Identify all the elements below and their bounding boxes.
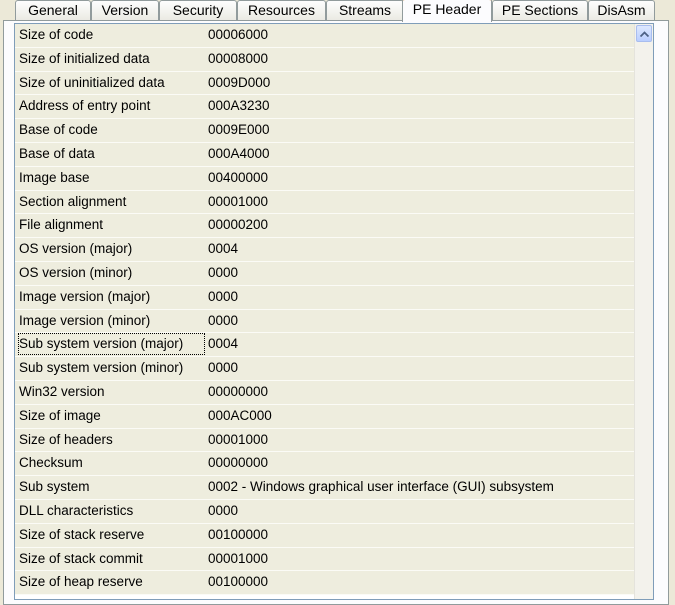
property-value: 0000 <box>208 264 239 280</box>
table-row[interactable]: Size of initialized data 00008000 <box>15 47 635 72</box>
table-row[interactable]: OS version (minor) 0000 <box>15 261 635 286</box>
property-name: Size of code <box>19 27 94 42</box>
property-name: Sub system version (minor) <box>19 360 184 376</box>
property-name: DLL characteristics <box>19 502 134 518</box>
tab-pe-header[interactable]: PE Header <box>402 0 492 22</box>
property-value: 0009D000 <box>208 74 271 90</box>
property-name: Size of headers <box>19 431 113 447</box>
property-value: 0000 <box>208 312 239 328</box>
property-name: Win32 version <box>19 383 105 399</box>
table-row[interactable]: Win32 version 00000000 <box>15 380 635 405</box>
property-name: OS version (major) <box>19 241 133 257</box>
table-row[interactable]: Image version (minor) 0000 <box>15 309 635 334</box>
tab-streams[interactable]: Streams <box>326 0 404 20</box>
property-value: 00001000 <box>208 431 269 447</box>
property-value: 0000 <box>208 288 239 304</box>
property-name: Size of stack reserve <box>19 526 145 542</box>
property-value: 0000 <box>208 360 239 376</box>
table-row[interactable]: Size of stack commit 00001000 <box>15 547 635 572</box>
table-row[interactable]: Sub system version (major) 0004 <box>15 333 635 358</box>
table-row[interactable]: Image version (major) 0000 <box>15 285 635 310</box>
property-value: 000A3230 <box>208 98 270 114</box>
property-name: Base of data <box>19 145 95 161</box>
property-value: 00100000 <box>208 574 269 590</box>
property-value: 0000 <box>208 502 239 518</box>
table-row[interactable]: Size of code 00006000 <box>15 24 635 48</box>
property-name: Size of initialized data <box>19 50 150 66</box>
scroll-up-button[interactable] <box>636 25 652 42</box>
property-value: 00100000 <box>208 526 269 542</box>
table-row[interactable]: Size of uninitialized data 0009D000 <box>15 71 635 96</box>
property-value: 00008000 <box>208 50 269 66</box>
table-row[interactable]: Size of headers 00001000 <box>15 428 635 453</box>
property-name: Image base <box>19 169 90 185</box>
property-value: 0002 - Windows graphical user interface … <box>208 479 554 495</box>
property-value: 0009E000 <box>208 122 270 138</box>
property-value: 0004 <box>208 336 239 352</box>
property-name: Sub system version (major) <box>18 333 205 356</box>
property-name: Size of stack commit <box>19 550 143 566</box>
property-name: Address of entry point <box>19 98 151 114</box>
property-value: 00001000 <box>208 550 269 566</box>
property-name: Sub system <box>19 479 90 495</box>
tab-version[interactable]: Version <box>91 0 159 20</box>
property-value: 0004 <box>208 241 239 257</box>
property-name: File alignment <box>19 217 104 233</box>
list-rows: Size of code 00006000 Size of initialized … <box>15 24 635 596</box>
pe-header-list[interactable]: Size of code 00006000 Size of initialized … <box>14 23 654 600</box>
property-value: 000AC000 <box>208 407 272 423</box>
property-name: Image version (major) <box>19 288 151 304</box>
property-value: 00000000 <box>208 455 269 471</box>
property-value: 00000200 <box>208 217 269 233</box>
table-row[interactable]: Size of image 000AC000 <box>15 404 635 429</box>
property-value: 000A4000 <box>208 145 270 161</box>
table-row[interactable]: Sub system version (minor) 0000 <box>15 357 635 381</box>
arrow-up-icon <box>639 30 649 37</box>
tab-bar: General Version Security Resources Strea… <box>0 0 675 22</box>
tab-general[interactable]: General <box>15 0 91 20</box>
table-row[interactable]: Section alignment 00001000 <box>15 190 635 215</box>
table-row[interactable]: Size of stack reserve 00100000 <box>15 523 635 548</box>
vertical-scrollbar[interactable] <box>634 24 653 599</box>
property-name: Section alignment <box>19 193 127 209</box>
property-value: 00006000 <box>208 27 269 42</box>
table-row[interactable]: Image base 00400000 <box>15 166 635 191</box>
property-value: 00001000 <box>208 193 269 209</box>
table-row[interactable]: DLL characteristics 0000 <box>15 499 635 524</box>
property-name: Size of heap reserve <box>19 574 143 590</box>
table-row[interactable]: Checksum 00000000 <box>15 452 635 477</box>
property-name: Size of uninitialized data <box>19 74 165 90</box>
tab-pe-sections[interactable]: PE Sections <box>492 0 588 20</box>
table-row[interactable]: Base of data 000A4000 <box>15 142 635 167</box>
tab-resources[interactable]: Resources <box>237 0 326 20</box>
tab-security[interactable]: Security <box>159 0 237 20</box>
property-name: Size of image <box>19 407 101 423</box>
property-value: 00000000 <box>208 383 269 399</box>
table-row[interactable]: Address of entry point 000A3230 <box>15 95 635 120</box>
table-row[interactable]: Base of code 0009E000 <box>15 119 635 143</box>
property-name: Image version (minor) <box>19 312 151 328</box>
property-name: OS version (minor) <box>19 264 133 280</box>
property-name: Checksum <box>19 455 83 471</box>
table-row[interactable]: Size of heap reserve 00100000 <box>15 571 635 596</box>
table-row[interactable]: OS version (major) 0004 <box>15 238 635 262</box>
table-row[interactable]: Sub system 0002 - Windows graphical user … <box>15 476 635 500</box>
property-name: Base of code <box>19 122 98 138</box>
table-row[interactable]: File alignment 00000200 <box>15 214 635 239</box>
property-value: 00400000 <box>208 169 269 185</box>
tab-disasm[interactable]: DisAsm <box>588 0 655 20</box>
